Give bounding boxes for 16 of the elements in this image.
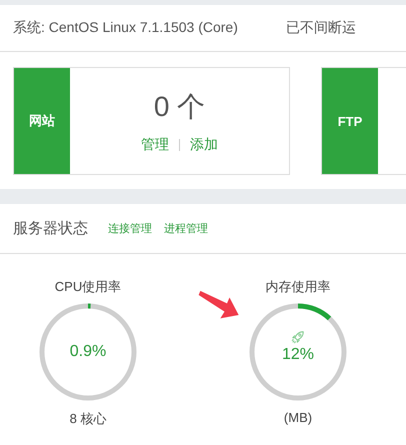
gauge-value: 0.9% [70,343,106,361]
gauge-caption: (MB) [284,410,312,425]
card-link[interactable]: 管理 [141,136,169,154]
card-link[interactable]: 添加 [190,136,218,154]
gauge-title: 内存使用率 [266,278,330,296]
count-value: 0 个 [154,90,206,124]
section-title: 服务器状态 [13,219,88,238]
card-label: 网站 [14,68,70,174]
gauge-title: CPU使用率 [54,278,122,296]
system-info: 系统: CentOS Linux 7.1.1503 (Core) [13,19,238,37]
gauge-value: 12% [282,346,314,364]
section-link[interactable]: 进程管理 [164,221,208,236]
uptime-label: 已不间断运 [286,19,356,37]
section-link[interactable]: 连接管理 [108,221,152,236]
card-label: FTP [322,68,378,174]
gauge-caption: 8 核心 [70,410,106,428]
